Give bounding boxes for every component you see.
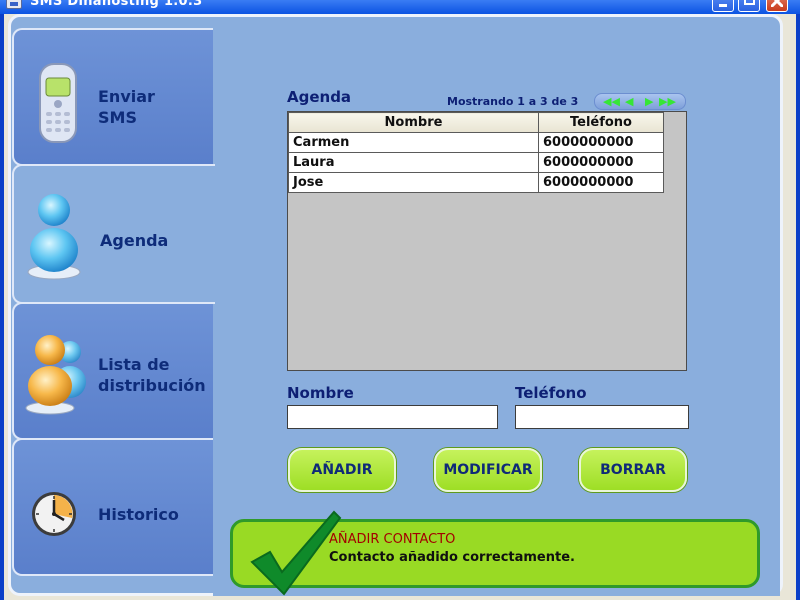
- contacts-grid[interactable]: Nombre Teléfono Carmen 6000000000 Laura …: [287, 111, 687, 371]
- table-row[interactable]: Jose 6000000000: [288, 172, 664, 193]
- group-icon: [25, 335, 86, 415]
- maximize-button[interactable]: [738, 0, 760, 12]
- table-row[interactable]: Carmen 6000000000: [288, 132, 664, 153]
- sidebar-item-agenda[interactable]: Agenda: [12, 164, 215, 304]
- window-title: SMS Dinahosting 1.0.3: [30, 0, 203, 9]
- telefono-input[interactable]: [515, 405, 689, 429]
- paging-status: Mostrando 1 a 3 de 3: [447, 95, 579, 108]
- cell-nombre: Laura: [288, 152, 539, 173]
- column-header-nombre[interactable]: Nombre: [288, 112, 539, 133]
- close-button[interactable]: [766, 0, 788, 12]
- pager-controls: ◀◀ ◀ ▶ ▶▶: [594, 93, 686, 110]
- sidebar-item-label: Enviar SMS: [98, 87, 155, 127]
- notification-title: AÑADIR CONTACTO: [329, 532, 456, 547]
- person-icon: [27, 194, 81, 280]
- previous-page-icon[interactable]: ◀: [625, 95, 633, 108]
- nombre-label: Nombre: [287, 384, 354, 402]
- cell-telefono: 6000000000: [538, 152, 664, 173]
- table-row[interactable]: Laura 6000000000: [288, 152, 664, 173]
- telefono-label: Teléfono: [515, 384, 587, 402]
- checkmark-icon: [250, 510, 342, 596]
- title-bar[interactable]: SMS Dinahosting 1.0.3: [0, 0, 800, 14]
- sidebar-item-label: Lista de distribución: [98, 355, 206, 395]
- section-title: Agenda: [287, 88, 352, 106]
- app-icon: [6, 0, 22, 9]
- clock-icon: [32, 492, 76, 536]
- nombre-input[interactable]: [287, 405, 498, 429]
- cell-telefono: 6000000000: [538, 172, 664, 193]
- cell-nombre: Jose: [288, 172, 539, 193]
- last-page-icon[interactable]: ▶▶: [659, 95, 676, 108]
- sidebar-item-enviar-sms[interactable]: Enviar SMS: [12, 28, 213, 166]
- sidebar-item-historico[interactable]: Historico: [12, 438, 213, 576]
- next-page-icon[interactable]: ▶: [645, 95, 653, 108]
- minimize-button[interactable]: [712, 0, 734, 12]
- first-page-icon[interactable]: ◀◀: [603, 95, 620, 108]
- close-icon: [771, 0, 783, 7]
- contacts-table: Nombre Teléfono Carmen 6000000000 Laura …: [288, 112, 664, 193]
- sidebar-item-label: Agenda: [100, 231, 169, 250]
- notification-message: Contacto añadido correctamente.: [329, 550, 575, 565]
- table-header-row: Nombre Teléfono: [288, 112, 664, 133]
- sidebar-item-lista-distribucion[interactable]: Lista de distribución: [12, 302, 213, 440]
- modify-button[interactable]: MODIFICAR: [434, 448, 542, 492]
- cell-telefono: 6000000000: [538, 132, 664, 153]
- delete-button[interactable]: BORRAR: [579, 448, 687, 492]
- mobile-phone-icon: [39, 63, 77, 143]
- sidebar-item-label: Historico: [98, 505, 179, 524]
- column-header-telefono[interactable]: Teléfono: [538, 112, 664, 133]
- cell-nombre: Carmen: [288, 132, 539, 153]
- add-button[interactable]: AÑADIR: [288, 448, 396, 492]
